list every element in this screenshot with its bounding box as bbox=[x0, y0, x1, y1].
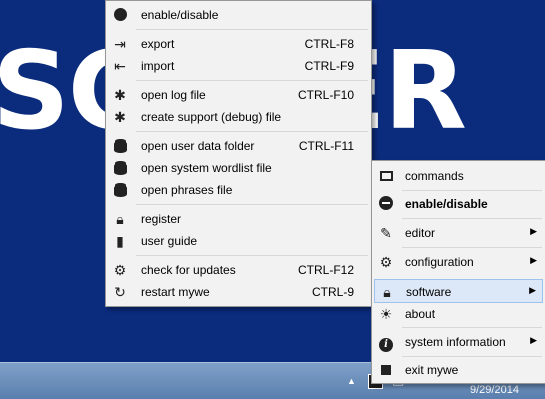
tray-context-menu: commands enable/disable ✎ editor ▶ ⚙ con… bbox=[371, 160, 545, 384]
tray-menu-item-label: editor bbox=[405, 226, 436, 240]
database-icon bbox=[112, 182, 128, 198]
menu-separator bbox=[402, 218, 542, 219]
menu-item-label: open log file bbox=[141, 88, 206, 102]
tray-menu-item-configuration[interactable]: ⚙ configuration ▶ bbox=[374, 250, 543, 274]
menu-separator bbox=[136, 204, 368, 205]
bug-icon: ✱ bbox=[114, 87, 126, 103]
tray-menu-item-label: about bbox=[405, 307, 436, 321]
main-context-menu: enable/disable ⇥ export CTRL-F8 ⇤ import… bbox=[105, 0, 372, 307]
menu-item-label: register bbox=[141, 212, 182, 226]
menu-item-user-guide[interactable]: ▮ user guide bbox=[108, 230, 369, 252]
menu-separator bbox=[136, 255, 368, 256]
tray-menu-item-commands[interactable]: commands bbox=[374, 164, 543, 188]
database-icon bbox=[112, 160, 128, 176]
menu-item-label: enable/disable bbox=[141, 8, 219, 22]
menu-item-enable-disable[interactable]: enable/disable bbox=[108, 4, 369, 26]
sun-icon: ☀ bbox=[379, 306, 393, 322]
stop-icon bbox=[378, 362, 394, 378]
menu-separator bbox=[136, 131, 368, 132]
menu-item-label: export bbox=[141, 37, 175, 51]
menu-item-open-phrases-file[interactable]: open phrases file bbox=[108, 179, 369, 201]
restart-icon: ↻ bbox=[114, 284, 126, 300]
menu-item-create-support-file[interactable]: ✱ create support (debug) file bbox=[108, 106, 369, 128]
tray-menu-item-editor[interactable]: ✎ editor ▶ bbox=[374, 221, 543, 245]
tray-menu-item-enable-disable[interactable]: enable/disable bbox=[374, 192, 543, 216]
menu-item-open-user-data-folder[interactable]: open user data folder CTRL-F11 bbox=[108, 135, 369, 157]
clock-date[interactable]: 9/29/2014 bbox=[470, 384, 519, 396]
menu-item-shortcut: CTRL-F9 bbox=[304, 59, 354, 73]
menu-item-label: user guide bbox=[141, 234, 198, 248]
editor-icon: ✎ bbox=[380, 225, 392, 241]
menu-separator bbox=[402, 247, 542, 248]
menu-item-label: import bbox=[141, 59, 175, 73]
menu-item-check-for-updates[interactable]: ⚙ check for updates CTRL-F12 bbox=[108, 259, 369, 281]
menu-item-shortcut: CTRL-F12 bbox=[297, 263, 354, 277]
tray-menu-item-software[interactable]: 🔒︎ software ▶ bbox=[374, 279, 543, 303]
menu-item-label: open phrases file bbox=[141, 183, 233, 197]
tray-menu-item-label: software bbox=[406, 285, 452, 299]
export-icon: ⇥ bbox=[114, 36, 126, 52]
tray-menu-item-label: configuration bbox=[405, 255, 474, 269]
menu-item-label: open user data folder bbox=[141, 139, 255, 153]
gear-icon: ⚙ bbox=[379, 254, 393, 270]
menu-item-shortcut: CTRL-F11 bbox=[298, 139, 354, 153]
tray-overflow-chevron-icon[interactable]: ▲ bbox=[347, 376, 356, 386]
menu-separator bbox=[136, 80, 368, 81]
database-icon bbox=[112, 138, 128, 154]
bug-icon: ✱ bbox=[114, 109, 126, 125]
globe-icon bbox=[112, 7, 128, 23]
tray-menu-item-label: commands bbox=[405, 169, 464, 183]
menu-item-label: open system wordlist file bbox=[141, 161, 272, 175]
book-icon: ▮ bbox=[116, 233, 124, 249]
lock-icon: 🔒︎ bbox=[383, 284, 391, 300]
submenu-arrow-icon: ▶ bbox=[530, 255, 537, 265]
tray-menu-item-label: enable/disable bbox=[405, 197, 488, 211]
menu-separator bbox=[402, 356, 542, 357]
menu-item-shortcut: CTRL-9 bbox=[311, 285, 354, 299]
menu-separator bbox=[402, 190, 542, 191]
lock-icon: 🔒︎ bbox=[116, 211, 124, 227]
menu-item-restart-mywe[interactable]: ↻ restart mywe CTRL-9 bbox=[108, 281, 369, 303]
tray-menu-item-exit-mywe[interactable]: exit mywe bbox=[374, 358, 543, 382]
menu-separator bbox=[402, 327, 542, 328]
info-icon: i bbox=[378, 334, 394, 352]
submenu-arrow-icon: ▶ bbox=[530, 226, 537, 236]
tray-menu-item-system-information[interactable]: i system information ▶ bbox=[374, 330, 543, 354]
menu-item-export[interactable]: ⇥ export CTRL-F8 bbox=[108, 33, 369, 55]
menu-item-label: create support (debug) file bbox=[141, 110, 282, 124]
tray-menu-item-label: system information bbox=[405, 335, 506, 349]
menu-item-shortcut: CTRL-F8 bbox=[304, 37, 354, 51]
menu-item-open-log-file[interactable]: ✱ open log file CTRL-F10 bbox=[108, 84, 369, 106]
submenu-arrow-icon: ▶ bbox=[529, 285, 536, 295]
disable-icon bbox=[378, 196, 394, 212]
menu-item-label: restart mywe bbox=[141, 285, 210, 299]
commands-icon bbox=[378, 168, 394, 184]
import-icon: ⇤ bbox=[114, 58, 126, 74]
menu-item-open-system-wordlist[interactable]: open system wordlist file bbox=[108, 157, 369, 179]
tray-menu-item-about[interactable]: ☀ about bbox=[374, 302, 543, 326]
tray-menu-item-label: exit mywe bbox=[405, 363, 459, 377]
menu-item-register[interactable]: 🔒︎ register bbox=[108, 208, 369, 230]
menu-item-label: check for updates bbox=[141, 263, 236, 277]
submenu-arrow-icon: ▶ bbox=[530, 335, 537, 345]
menu-item-import[interactable]: ⇤ import CTRL-F9 bbox=[108, 55, 369, 77]
gear-icon: ⚙ bbox=[113, 262, 127, 278]
menu-separator bbox=[136, 29, 368, 30]
menu-item-shortcut: CTRL-F10 bbox=[297, 88, 354, 102]
